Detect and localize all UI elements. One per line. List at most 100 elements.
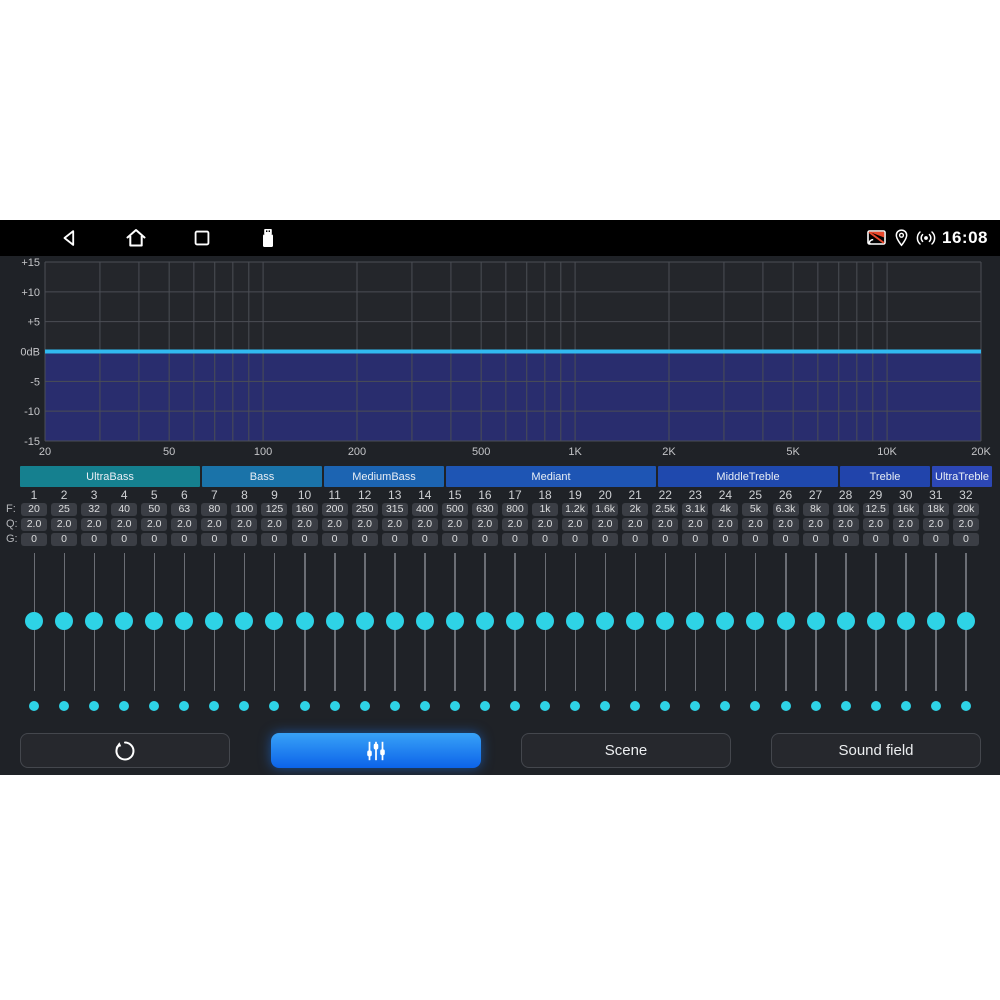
freq-value[interactable]: 10k (833, 503, 859, 516)
freq-value[interactable]: 6.3k (773, 503, 799, 516)
home-button[interactable] (124, 226, 148, 250)
q-value[interactable]: 2.0 (652, 518, 678, 531)
q-value[interactable]: 2.0 (773, 518, 799, 531)
gain-value[interactable]: 0 (292, 533, 318, 546)
q-value[interactable]: 2.0 (292, 518, 318, 531)
gain-slider-knob[interactable] (55, 612, 73, 630)
freq-value[interactable]: 18k (923, 503, 949, 516)
gain-value[interactable]: 0 (863, 533, 889, 546)
gain-value[interactable]: 0 (21, 533, 47, 546)
gain-value[interactable]: 0 (502, 533, 528, 546)
gain-value[interactable]: 0 (382, 533, 408, 546)
gain-slider-knob[interactable] (326, 612, 344, 630)
freq-value[interactable]: 63 (171, 503, 197, 516)
gain-value[interactable]: 0 (923, 533, 949, 546)
gain-value[interactable]: 0 (171, 533, 197, 546)
q-value[interactable]: 2.0 (472, 518, 498, 531)
q-value[interactable]: 2.0 (141, 518, 167, 531)
gain-slider-knob[interactable] (506, 612, 524, 630)
q-value[interactable]: 2.0 (833, 518, 859, 531)
gain-value[interactable]: 0 (81, 533, 107, 546)
back-button[interactable] (58, 226, 82, 250)
q-value[interactable]: 2.0 (81, 518, 107, 531)
q-value[interactable]: 2.0 (502, 518, 528, 531)
gain-value[interactable]: 0 (111, 533, 137, 546)
gain-value[interactable]: 0 (201, 533, 227, 546)
recents-button[interactable] (190, 226, 214, 250)
gain-slider-knob[interactable] (686, 612, 704, 630)
q-value[interactable]: 2.0 (893, 518, 919, 531)
gain-value[interactable]: 0 (261, 533, 287, 546)
freq-value[interactable]: 25 (51, 503, 77, 516)
gain-slider-knob[interactable] (807, 612, 825, 630)
gain-value[interactable]: 0 (652, 533, 678, 546)
q-value[interactable]: 2.0 (201, 518, 227, 531)
q-value[interactable]: 2.0 (261, 518, 287, 531)
freq-value[interactable]: 1k (532, 503, 558, 516)
q-value[interactable]: 2.0 (111, 518, 137, 531)
q-value[interactable]: 2.0 (712, 518, 738, 531)
gain-value[interactable]: 0 (141, 533, 167, 546)
freq-value[interactable]: 8k (803, 503, 829, 516)
q-value[interactable]: 2.0 (412, 518, 438, 531)
gain-slider-knob[interactable] (927, 612, 945, 630)
gain-value[interactable]: 0 (322, 533, 348, 546)
gain-slider-knob[interactable] (145, 612, 163, 630)
gain-value[interactable]: 0 (472, 533, 498, 546)
gain-slider-knob[interactable] (175, 612, 193, 630)
equalizer-tab-button[interactable] (271, 733, 481, 768)
gain-slider-knob[interactable] (416, 612, 434, 630)
q-value[interactable]: 2.0 (923, 518, 949, 531)
freq-value[interactable]: 16k (893, 503, 919, 516)
freq-value[interactable]: 5k (742, 503, 768, 516)
gain-value[interactable]: 0 (773, 533, 799, 546)
gain-slider-knob[interactable] (85, 612, 103, 630)
q-value[interactable]: 2.0 (622, 518, 648, 531)
freq-value[interactable]: 200 (322, 503, 348, 516)
gain-value[interactable]: 0 (712, 533, 738, 546)
q-value[interactable]: 2.0 (382, 518, 408, 531)
gain-value[interactable]: 0 (953, 533, 979, 546)
sound-field-button[interactable]: Sound field (771, 733, 981, 768)
gain-slider-knob[interactable] (596, 612, 614, 630)
freq-value[interactable]: 2k (622, 503, 648, 516)
q-value[interactable]: 2.0 (953, 518, 979, 531)
gain-value[interactable]: 0 (442, 533, 468, 546)
gain-value[interactable]: 0 (562, 533, 588, 546)
gain-value[interactable]: 0 (412, 533, 438, 546)
q-value[interactable]: 2.0 (231, 518, 257, 531)
gain-value[interactable]: 0 (231, 533, 257, 546)
freq-value[interactable]: 125 (261, 503, 287, 516)
freq-value[interactable]: 250 (352, 503, 378, 516)
gain-value[interactable]: 0 (532, 533, 558, 546)
freq-value[interactable]: 800 (502, 503, 528, 516)
gain-value[interactable]: 0 (803, 533, 829, 546)
freq-value[interactable]: 4k (712, 503, 738, 516)
freq-value[interactable]: 315 (382, 503, 408, 516)
gain-slider-knob[interactable] (626, 612, 644, 630)
gain-slider-knob[interactable] (476, 612, 494, 630)
freq-value[interactable]: 50 (141, 503, 167, 516)
freq-value[interactable]: 32 (81, 503, 107, 516)
q-value[interactable]: 2.0 (21, 518, 47, 531)
freq-value[interactable]: 20 (21, 503, 47, 516)
gain-value[interactable]: 0 (622, 533, 648, 546)
q-value[interactable]: 2.0 (532, 518, 558, 531)
gain-slider-knob[interactable] (566, 612, 584, 630)
q-value[interactable]: 2.0 (562, 518, 588, 531)
gain-slider-knob[interactable] (656, 612, 674, 630)
q-value[interactable]: 2.0 (803, 518, 829, 531)
gain-slider-knob[interactable] (867, 612, 885, 630)
gain-slider-knob[interactable] (957, 612, 975, 630)
gain-value[interactable]: 0 (893, 533, 919, 546)
gain-slider-knob[interactable] (837, 612, 855, 630)
gain-slider-knob[interactable] (205, 612, 223, 630)
freq-value[interactable]: 12.5 (863, 503, 889, 516)
gain-value[interactable]: 0 (833, 533, 859, 546)
gain-value[interactable]: 0 (352, 533, 378, 546)
q-value[interactable]: 2.0 (51, 518, 77, 531)
freq-value[interactable]: 1.6k (592, 503, 618, 516)
q-value[interactable]: 2.0 (322, 518, 348, 531)
q-value[interactable]: 2.0 (592, 518, 618, 531)
gain-value[interactable]: 0 (742, 533, 768, 546)
